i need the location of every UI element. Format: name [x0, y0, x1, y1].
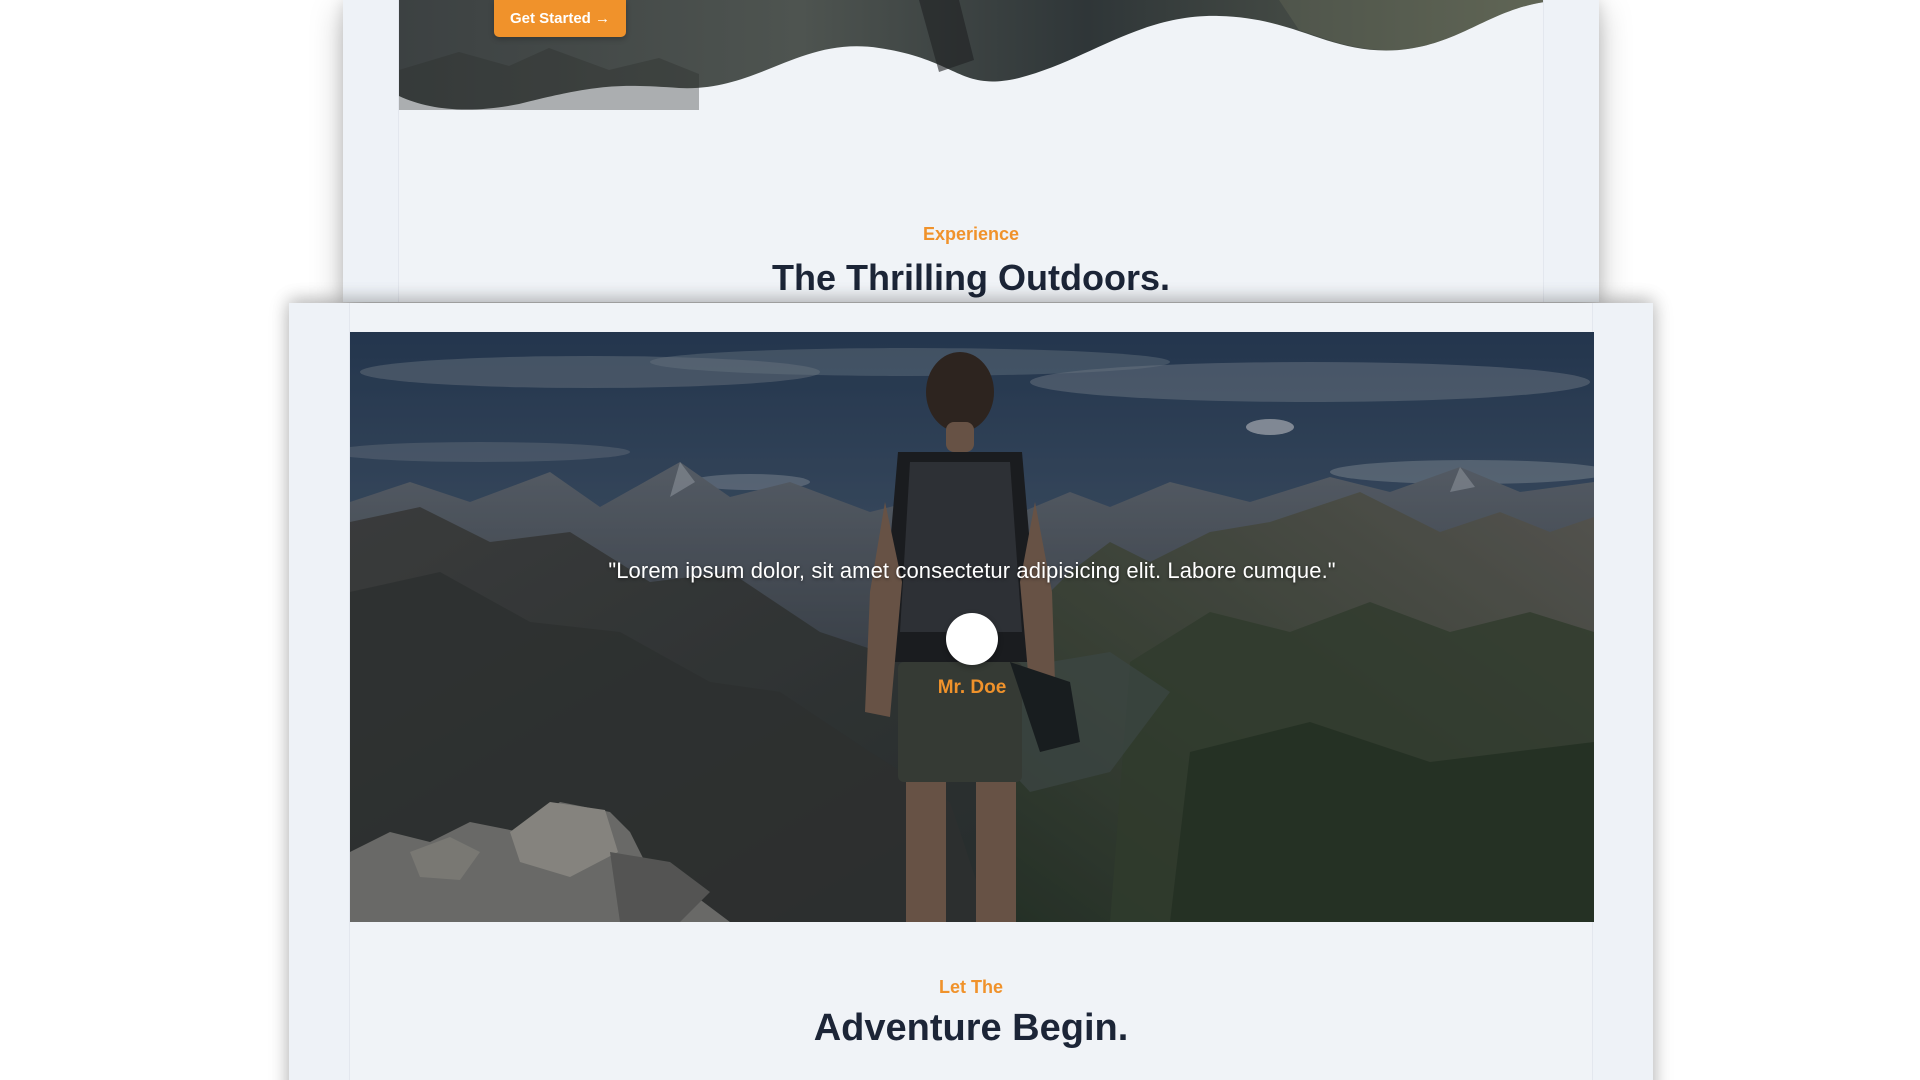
experience-eyebrow: Experience	[922, 224, 1020, 244]
get-started-button[interactable]: Get Started →	[494, 0, 626, 37]
back-page-content[interactable]: Get Started → Experience The Thrilling O…	[398, 0, 1544, 302]
let-the-eyebrow: Let The	[938, 977, 1003, 997]
author-avatar	[946, 613, 998, 665]
front-page-frame: "Lorem ipsum dolor, sit amet consectetur…	[289, 303, 1653, 1080]
browser-stage: Get Started → Experience The Thrilling O…	[0, 0, 1920, 1080]
front-page-content[interactable]: "Lorem ipsum dolor, sit amet consectetur…	[349, 303, 1594, 1080]
back-page-frame: Get Started → Experience The Thrilling O…	[343, 0, 1599, 302]
testimonial-quote: "Lorem ipsum dolor, sit amet consectetur…	[608, 558, 1336, 583]
testimonial-section: "Lorem ipsum dolor, sit amet consectetur…	[350, 332, 1594, 922]
adventure-begin-heading: Adventure Begin.	[813, 1007, 1129, 1049]
testimonial-author: Mr. Doe	[937, 677, 1007, 698]
thrilling-outdoors-heading: The Thrilling Outdoors.	[772, 257, 1170, 298]
